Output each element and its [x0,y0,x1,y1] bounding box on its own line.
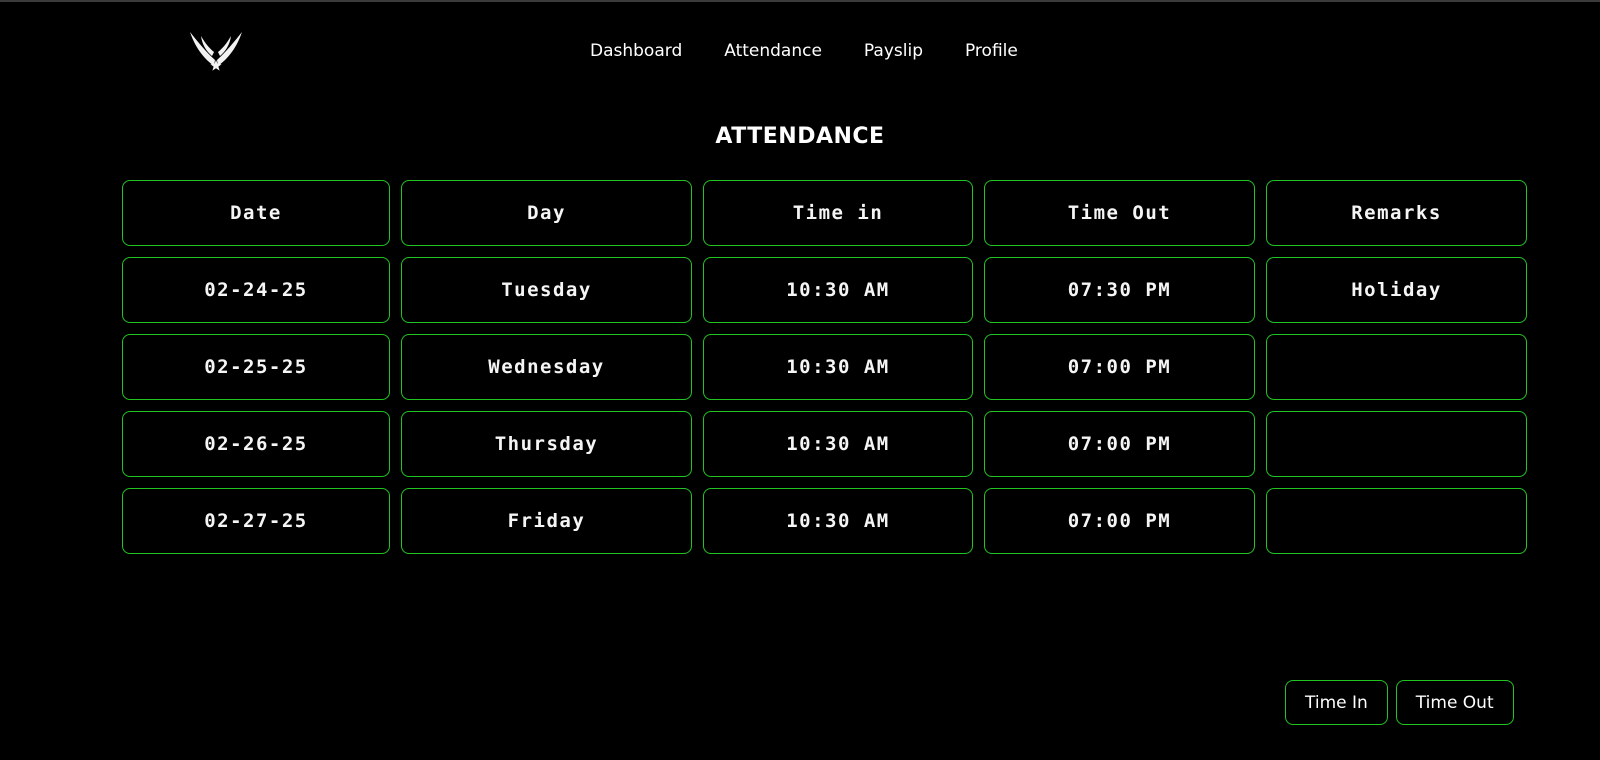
cell-remarks [1266,411,1527,477]
header-time-out: Time Out [984,180,1255,246]
cell-date: 02-24-25 [122,257,390,323]
cell-time-out: 07:00 PM [984,488,1255,554]
header-remarks: Remarks [1266,180,1527,246]
cell-day: Wednesday [401,334,692,400]
cell-date: 02-25-25 [122,334,390,400]
cell-date: 02-27-25 [122,488,390,554]
cell-time-in: 10:30 AM [703,488,973,554]
header-date: Date [122,180,390,246]
cell-time-in: 10:30 AM [703,411,973,477]
nav-item-attendance[interactable]: Attendance [703,40,843,62]
cell-remarks [1266,334,1527,400]
main-nav: Dashboard Attendance Payslip Profile [590,40,1039,62]
page-title: ATTENDANCE [715,124,885,149]
cell-time-out: 07:00 PM [984,334,1255,400]
cell-day: Tuesday [401,257,692,323]
header-day: Day [401,180,692,246]
nav-item-profile[interactable]: Profile [944,40,1039,62]
cell-remarks [1266,488,1527,554]
attendance-table: Date Day Time in Time Out Remarks 02-24-… [122,180,1527,554]
nav-item-dashboard[interactable]: Dashboard [590,40,703,62]
time-in-button[interactable]: Time In [1285,680,1388,725]
cell-time-out: 07:30 PM [984,257,1255,323]
cell-day: Friday [401,488,692,554]
attendance-actions: Time In Time Out [1285,680,1514,725]
cell-day: Thursday [401,411,692,477]
cell-remarks: Holiday [1266,257,1527,323]
cell-time-in: 10:30 AM [703,257,973,323]
winged-star-logo-icon [190,32,242,71]
cell-time-out: 07:00 PM [984,411,1255,477]
cell-time-in: 10:30 AM [703,334,973,400]
time-out-button[interactable]: Time Out [1395,680,1514,725]
cell-date: 02-26-25 [122,411,390,477]
header-time-in: Time in [703,180,973,246]
nav-item-payslip[interactable]: Payslip [843,40,944,62]
